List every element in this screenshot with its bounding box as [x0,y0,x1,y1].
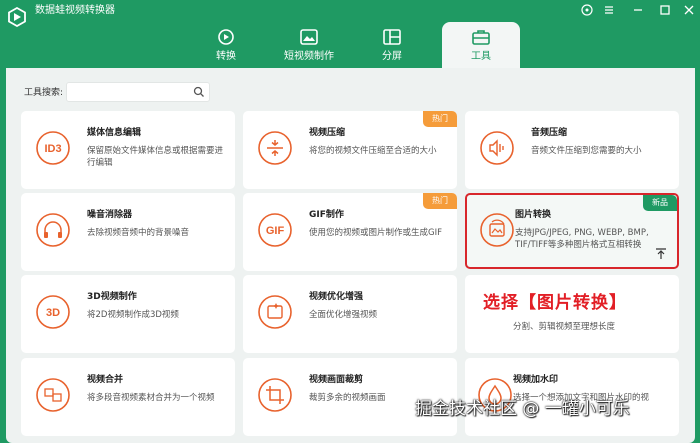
tool-card-noise-remover[interactable]: 噪音消除器 去除视频音频中的背景噪音 [21,193,235,271]
tool-name: GIF制作 [309,210,344,220]
svg-text:3D: 3D [46,307,60,319]
watermark-text: 掘金技术社区 @ 一罐小可乐 [415,399,630,419]
tool-card-video-trim[interactable]: 分割、剪辑视频至理想长度 [465,275,679,353]
pin-top-icon[interactable] [654,247,668,261]
annotation-text: 选择【图片转换】 [483,293,627,313]
tool-card-video-crop[interactable]: 视频画面裁剪 裁剪多余的视频画面 [243,358,457,436]
title-bar: 数据蛙视频转换器 转换 短视频制作 分屏 工具 [0,0,700,68]
tool-desc: 使用您的视频或图片制作或生成GIF [309,228,442,238]
tool-card-video-compress[interactable]: 视频压缩 将您的视频文件压缩至合适的大小 热门 [243,111,457,189]
video-crop-icon [258,378,292,412]
svg-text:GIF: GIF [266,225,285,237]
convert-icon [218,29,234,45]
tool-name: 媒体信息编辑 [87,128,142,138]
search-input[interactable] [71,86,195,104]
search-icon[interactable] [193,86,205,98]
tool-name: 视频优化增强 [309,292,364,302]
tool-card-audio-compress[interactable]: 音频压缩 音频文件压缩到您需要的大小 [465,111,679,189]
tool-card-watermark[interactable]: 视频加水印 选择一个想添加文字和图片水印的视 [465,358,679,436]
id3-icon: ID3 [36,131,70,165]
svg-text:ID3: ID3 [44,143,61,155]
tool-card-image-convert[interactable]: 图片转换 支持JPG/JPEG, PNG, WEBP, BMP, TIF/TIF… [465,193,679,269]
tab-convert[interactable]: 转换 [187,22,265,68]
tool-name: 图片转换 [515,210,552,220]
tool-name: 视频画面裁剪 [309,375,364,385]
tab-split-screen-label: 分屏 [382,51,402,62]
tool-desc: 去除视频音频中的背景噪音 [87,228,190,238]
tool-card-media-info[interactable]: ID3 媒体信息编辑 保留原始文件媒体信息或根据需要进行编辑 [21,111,235,189]
tab-convert-label: 转换 [216,51,236,62]
tab-short-video-label: 短视频制作 [284,51,334,62]
tool-desc: 将您的视频文件压缩至合适的大小 [309,146,437,156]
tool-name: 3D视频制作 [87,292,137,302]
tool-desc: 分割、剪辑视频至理想长度 [513,322,616,332]
tool-desc: 支持JPG/JPEG, PNG, WEBP, BMP, TIF/TIFF等多种图… [515,228,649,250]
tab-short-video[interactable]: 短视频制作 [270,22,348,68]
minimize-button[interactable] [630,3,646,19]
tool-card-video-enhance[interactable]: 视频优化增强 全面优化增强视频 [243,275,457,353]
image-convert-icon [480,213,514,247]
video-compress-icon [258,131,292,165]
tool-name: 噪音消除器 [87,210,133,220]
tool-desc: 将2D视频制作成3D视频 [87,310,179,320]
app-title: 数据蛙视频转换器 [35,5,115,16]
headphones-icon [36,213,70,247]
hot-badge: 热门 [423,193,457,209]
menu-icon[interactable] [601,3,617,19]
3d-icon: 3D [36,295,70,329]
tool-desc: 保留原始文件媒体信息或根据需要进行编辑 [87,146,224,168]
tab-tools[interactable]: 工具 [442,22,520,68]
short-video-icon [300,29,318,45]
tool-desc: 将多段音视频素材合并为一个视频 [87,393,215,403]
audio-compress-icon [480,131,514,165]
tab-split-screen[interactable]: 分屏 [353,22,431,68]
split-screen-icon [383,29,401,45]
search-box[interactable] [66,82,210,104]
tool-name: 视频压缩 [309,128,346,138]
tool-card-video-merge[interactable]: 视频合并 将多段音视频素材合并为一个视频 [21,358,235,436]
gif-icon: GIF [258,213,292,247]
tool-card-gif-maker[interactable]: GIF GIF制作 使用您的视频或图片制作或生成GIF 热门 [243,193,457,271]
tool-desc: 音频文件压缩到您需要的大小 [531,146,642,156]
app-logo-icon [8,7,26,27]
tool-name: 视频合并 [87,375,124,385]
video-enhance-icon [258,295,292,329]
maximize-button[interactable] [657,3,673,19]
tool-desc: 全面优化增强视频 [309,310,378,320]
video-merge-icon [36,378,70,412]
close-button[interactable] [681,3,697,19]
tool-name: 视频加水印 [513,375,559,385]
tool-name: 音频压缩 [531,128,568,138]
feedback-icon[interactable] [579,3,595,19]
tab-tools-label: 工具 [471,51,491,62]
tool-card-3d-video[interactable]: 3D 3D视频制作 将2D视频制作成3D视频 [21,275,235,353]
tools-panel: 工具搜索: ID3 媒体信息编辑 保留原始文件媒体信息或根据需要进行编辑 视频压… [6,68,695,443]
toolbox-icon [472,30,490,45]
hot-badge: 热门 [423,111,457,127]
search-label: 工具搜索: [24,88,64,98]
new-badge: 新品 [643,195,677,211]
